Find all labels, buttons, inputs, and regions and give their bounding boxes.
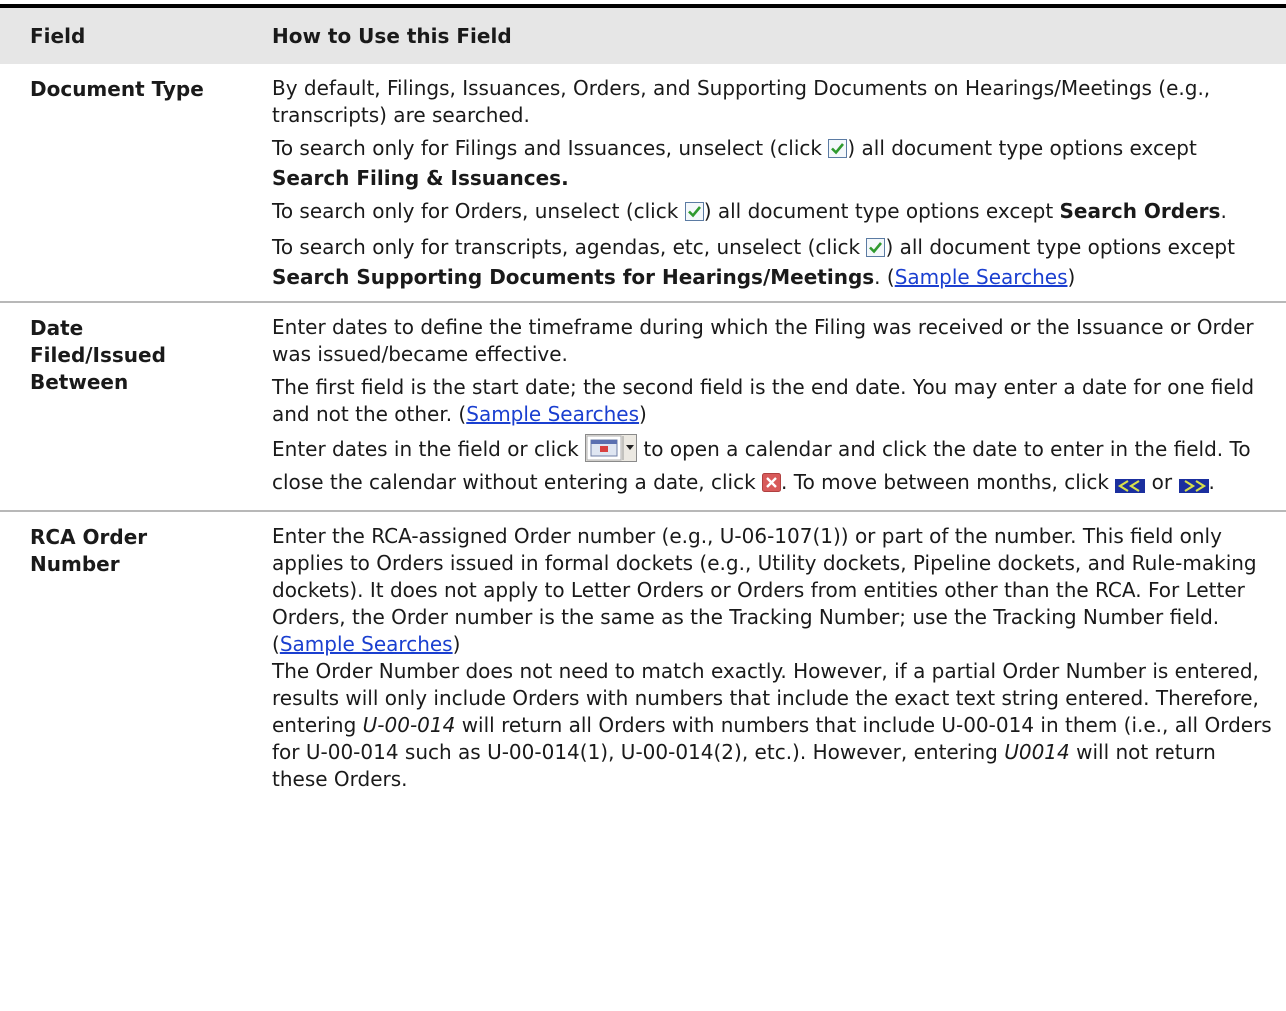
sample-searches-link[interactable]: Sample Searches <box>466 402 639 426</box>
header-how-to-use: How to Use this Field <box>258 8 1286 64</box>
next-month-icon <box>1178 473 1209 500</box>
paragraph: The Order Number does not need to match … <box>272 659 1272 791</box>
paragraph: Enter the RCA-assigned Order number (e.g… <box>272 524 1257 656</box>
table-row-rca-order-number: RCA Order Number Enter the RCA-assigned O… <box>0 510 1286 803</box>
table-header-row: Field How to Use this Field <box>0 8 1286 64</box>
checked-checkbox-icon <box>684 201 704 228</box>
field-description-rca-order-number: Enter the RCA-assigned Order number (e.g… <box>258 510 1286 803</box>
checked-checkbox-icon <box>866 237 886 264</box>
table-row-date-filed: Date Filed/Issued Between Enter dates to d… <box>0 301 1286 511</box>
field-label-rca-order-number: RCA Order Number <box>0 510 258 803</box>
close-icon <box>762 472 782 499</box>
previous-month-icon <box>1115 473 1146 500</box>
help-page: Field How to Use this Field Document Typ… <box>0 0 1286 1011</box>
field-label-date-filed: Date Filed/Issued Between <box>0 301 258 511</box>
paragraph: To search only for Filings and Issuances… <box>272 136 1197 190</box>
paragraph: By default, Filings, Issuances, Orders, … <box>272 76 1211 127</box>
field-help-table: Field How to Use this Field Document Typ… <box>0 8 1286 803</box>
paragraph: The first field is the start date; the s… <box>272 375 1255 426</box>
paragraph: Enter dates in the field or click to ope… <box>272 434 1276 500</box>
field-label-document-type: Document Type <box>30 77 204 101</box>
field-description-date-filed: Enter dates to define the timeframe duri… <box>258 301 1286 511</box>
paragraph: Enter dates to define the timeframe duri… <box>272 315 1254 366</box>
paragraph: To search only for transcripts, agendas,… <box>272 235 1235 289</box>
sample-searches-link[interactable]: Sample Searches <box>895 265 1068 289</box>
table-row-document-type: Document Type By default, Filings, Issua… <box>0 64 1286 302</box>
paragraph: To search only for Orders, unselect (cli… <box>272 198 1276 228</box>
field-description-document-type: By default, Filings, Issuances, Orders, … <box>258 64 1286 302</box>
calendar-dropdown-icon <box>585 434 638 469</box>
header-field: Field <box>0 8 258 64</box>
checked-checkbox-icon <box>828 138 848 165</box>
sample-searches-link[interactable]: Sample Searches <box>280 632 453 656</box>
